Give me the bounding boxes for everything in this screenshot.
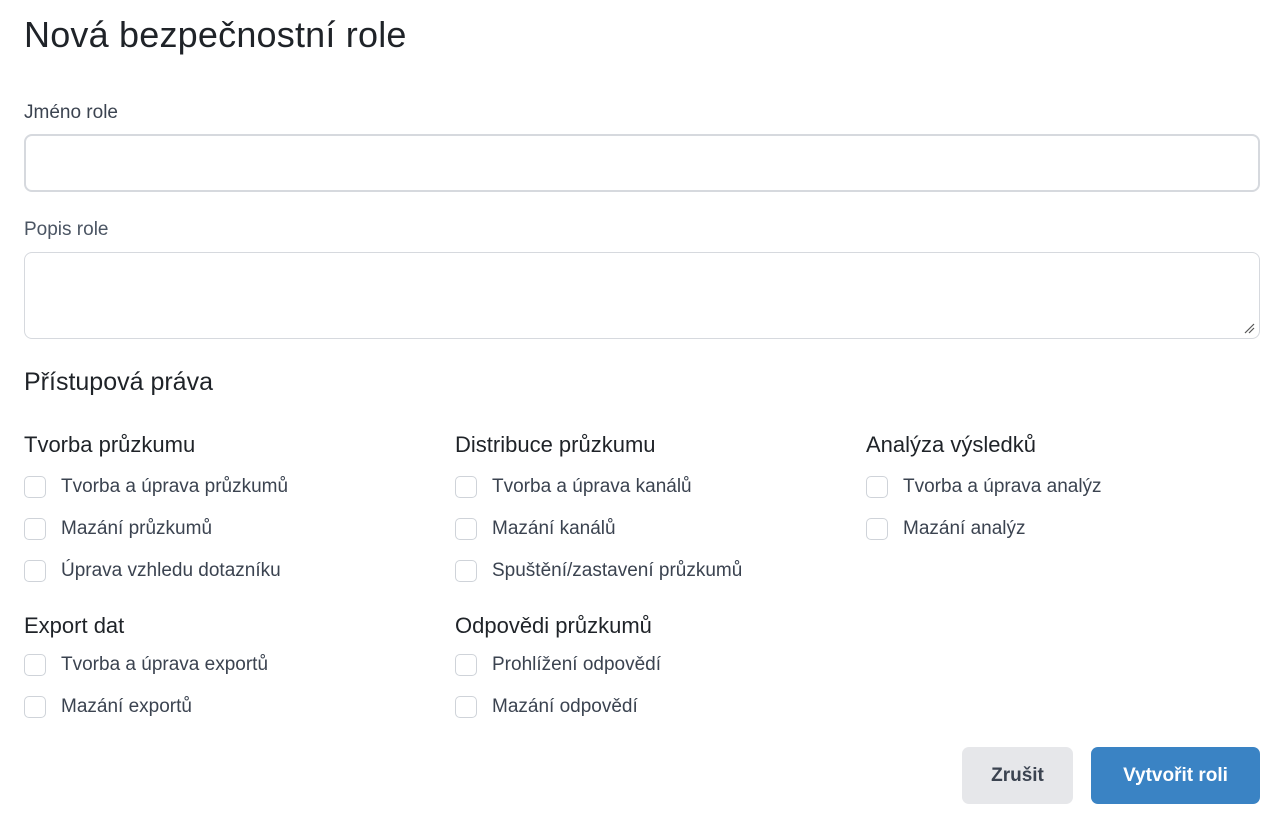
permission-checkbox[interactable]	[24, 654, 46, 676]
permission-label: Tvorba a úprava analýz	[903, 476, 1102, 497]
permission-label: Úprava vzhledu dotazníku	[61, 560, 281, 581]
permission-checkbox[interactable]	[455, 518, 477, 540]
permission-item[interactable]: Tvorba a úprava analýz	[866, 466, 1102, 508]
permission-label: Mazání kanálů	[492, 518, 616, 539]
role-description-label: Popis role	[24, 219, 109, 240]
permission-label: Tvorba a úprava průzkumů	[61, 476, 289, 497]
permission-item[interactable]: Mazání kanálů	[455, 508, 742, 550]
permission-label: Tvorba a úprava exportů	[61, 654, 269, 675]
permission-group-data-export: Export dat Tvorba a úprava exportů Mazán…	[24, 611, 268, 728]
new-security-role-form: Nová bezpečnostní role Jméno role Popis …	[0, 0, 1283, 830]
permission-label: Mazání analýz	[903, 518, 1026, 539]
permission-item[interactable]: Tvorba a úprava exportů	[24, 644, 268, 686]
permission-group-results-analysis: Analýza výsledků Tvorba a úprava analýz …	[866, 430, 1102, 550]
permission-group-survey-responses: Odpovědi průzkumů Prohlížení odpovědí Ma…	[455, 611, 661, 728]
resize-handle-icon[interactable]	[1243, 322, 1255, 334]
cancel-button[interactable]: Zrušit	[962, 747, 1073, 804]
permission-group-title: Export dat	[24, 613, 125, 638]
permission-checkbox[interactable]	[24, 518, 46, 540]
permission-checkbox[interactable]	[455, 560, 477, 582]
permission-group-survey-creation: Tvorba průzkumu Tvorba a úprava průzkumů…	[24, 430, 288, 592]
permission-group-survey-distribution: Distribuce průzkumu Tvorba a úprava kaná…	[455, 430, 742, 592]
role-name-label: Jméno role	[24, 102, 118, 123]
permission-checkbox[interactable]	[455, 476, 477, 498]
permission-item[interactable]: Mazání analýz	[866, 508, 1102, 550]
permission-label: Tvorba a úprava kanálů	[492, 476, 692, 497]
permission-item[interactable]: Tvorba a úprava kanálů	[455, 466, 742, 508]
permission-item[interactable]: Spuštění/zastavení průzkumů	[455, 550, 742, 592]
permission-label: Mazání odpovědí	[492, 696, 638, 717]
permission-checkbox[interactable]	[24, 696, 46, 718]
permission-item[interactable]: Mazání odpovědí	[455, 686, 661, 728]
permission-item[interactable]: Úprava vzhledu dotazníku	[24, 550, 288, 592]
permission-checkbox[interactable]	[24, 560, 46, 582]
permission-label: Prohlížení odpovědí	[492, 654, 662, 675]
permission-item[interactable]: Tvorba a úprava průzkumů	[24, 466, 288, 508]
permission-label: Mazání exportů	[61, 696, 192, 717]
permission-checkbox[interactable]	[866, 476, 888, 498]
page-title: Nová bezpečnostní role	[24, 14, 407, 55]
permission-item[interactable]: Prohlížení odpovědí	[455, 644, 661, 686]
permission-checkbox[interactable]	[455, 696, 477, 718]
permissions-section-title: Přístupová práva	[24, 368, 213, 396]
role-name-input[interactable]	[24, 134, 1260, 192]
permission-group-title: Analýza výsledků	[866, 432, 1036, 457]
permission-label: Spuštění/zastavení průzkumů	[492, 560, 743, 581]
permission-group-title: Distribuce průzkumu	[455, 432, 656, 457]
role-description-textarea[interactable]	[24, 252, 1260, 339]
permission-checkbox[interactable]	[455, 654, 477, 676]
permission-checkbox[interactable]	[866, 518, 888, 540]
permission-label: Mazání průzkumů	[61, 518, 213, 539]
permission-item[interactable]: Mazání průzkumů	[24, 508, 288, 550]
permission-checkbox[interactable]	[24, 476, 46, 498]
permission-group-title: Odpovědi průzkumů	[455, 613, 652, 638]
create-role-button[interactable]: Vytvořit roli	[1091, 747, 1260, 804]
permission-item[interactable]: Mazání exportů	[24, 686, 268, 728]
permission-group-title: Tvorba průzkumu	[24, 432, 196, 457]
